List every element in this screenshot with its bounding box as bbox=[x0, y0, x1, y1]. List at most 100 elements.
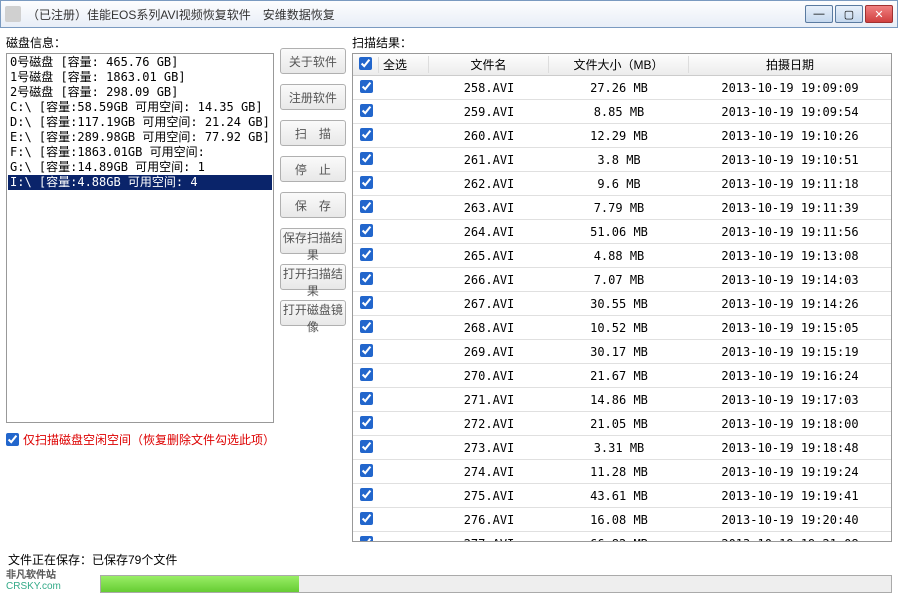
cell-date: 2013-10-19 19:19:24 bbox=[689, 465, 891, 479]
cell-size: 30.17 MB bbox=[549, 345, 689, 359]
cell-filename: 264.AVI bbox=[429, 225, 549, 239]
row-checkbox[interactable] bbox=[360, 104, 373, 117]
table-row[interactable]: 267.AVI30.55 MB2013-10-19 19:14:26 bbox=[353, 292, 891, 316]
disk-row[interactable]: I:\ [容量:4.88GB 可用空间: 4 bbox=[8, 175, 272, 190]
cell-date: 2013-10-19 19:20:40 bbox=[689, 513, 891, 527]
cell-filename: 258.AVI bbox=[429, 81, 549, 95]
row-checkbox[interactable] bbox=[360, 248, 373, 261]
table-row[interactable]: 274.AVI11.28 MB2013-10-19 19:19:24 bbox=[353, 460, 891, 484]
row-checkbox[interactable] bbox=[360, 512, 373, 525]
table-row[interactable]: 264.AVI51.06 MB2013-10-19 19:11:56 bbox=[353, 220, 891, 244]
table-row[interactable]: 263.AVI7.79 MB2013-10-19 19:11:39 bbox=[353, 196, 891, 220]
cell-date: 2013-10-19 19:14:03 bbox=[689, 273, 891, 287]
disk-row[interactable]: 2号磁盘 [容量: 298.09 GB] bbox=[8, 85, 272, 100]
row-checkbox[interactable] bbox=[360, 176, 373, 189]
cell-filename: 275.AVI bbox=[429, 489, 549, 503]
disk-row[interactable]: F:\ [容量:1863.01GB 可用空间: bbox=[8, 145, 272, 160]
logo-line2: CRSKY.com bbox=[6, 581, 96, 592]
row-checkbox[interactable] bbox=[360, 416, 373, 429]
cell-filename: 273.AVI bbox=[429, 441, 549, 455]
col-filename[interactable]: 文件名 bbox=[429, 56, 549, 73]
row-checkbox[interactable] bbox=[360, 392, 373, 405]
table-row[interactable]: 261.AVI3.8 MB2013-10-19 19:10:51 bbox=[353, 148, 891, 172]
row-checkbox[interactable] bbox=[360, 272, 373, 285]
table-row[interactable]: 269.AVI30.17 MB2013-10-19 19:15:19 bbox=[353, 340, 891, 364]
row-checkbox[interactable] bbox=[360, 224, 373, 237]
save-button[interactable]: 保 存 bbox=[280, 192, 346, 218]
scan-free-space-option[interactable]: 仅扫描磁盘空闲空间（恢复删除文件勾选此项） bbox=[6, 431, 346, 448]
table-row[interactable]: 262.AVI9.6 MB2013-10-19 19:11:18 bbox=[353, 172, 891, 196]
row-checkbox[interactable] bbox=[360, 464, 373, 477]
row-checkbox[interactable] bbox=[360, 320, 373, 333]
register-button[interactable]: 注册软件 bbox=[280, 84, 346, 110]
row-checkbox-cell bbox=[353, 440, 379, 456]
scan-button[interactable]: 扫 描 bbox=[280, 120, 346, 146]
cell-size: 3.31 MB bbox=[549, 441, 689, 455]
row-checkbox-cell bbox=[353, 512, 379, 528]
stop-button[interactable]: 停 止 bbox=[280, 156, 346, 182]
footer: 非凡软件站 CRSKY.com bbox=[6, 572, 892, 596]
titlebar: （已注册）佳能EOS系列AVI视频恢复软件 安维数据恢复 — ▢ ✕ bbox=[0, 0, 898, 28]
results-panel: 全选 文件名 文件大小（MB） 拍摄日期 258.AVI27.26 MB2013… bbox=[352, 53, 892, 542]
row-checkbox-cell bbox=[353, 80, 379, 96]
cell-date: 2013-10-19 19:10:26 bbox=[689, 129, 891, 143]
close-button[interactable]: ✕ bbox=[865, 5, 893, 23]
disk-row[interactable]: G:\ [容量:14.89GB 可用空间: 1 bbox=[8, 160, 272, 175]
row-checkbox[interactable] bbox=[360, 296, 373, 309]
open-result-button[interactable]: 打开扫描结果 bbox=[280, 264, 346, 290]
disk-list[interactable]: 0号磁盘 [容量: 465.76 GB]1号磁盘 [容量: 1863.01 GB… bbox=[6, 53, 274, 423]
cell-size: 12.29 MB bbox=[549, 129, 689, 143]
disk-info-panel: 磁盘信息： 0号磁盘 [容量: 465.76 GB]1号磁盘 [容量: 1863… bbox=[6, 34, 274, 423]
table-row[interactable]: 259.AVI8.85 MB2013-10-19 19:09:54 bbox=[353, 100, 891, 124]
table-row[interactable]: 273.AVI3.31 MB2013-10-19 19:18:48 bbox=[353, 436, 891, 460]
results-body[interactable]: 258.AVI27.26 MB2013-10-19 19:09:09259.AV… bbox=[353, 76, 891, 541]
disk-row[interactable]: 0号磁盘 [容量: 465.76 GB] bbox=[8, 55, 272, 70]
col-date[interactable]: 拍摄日期 bbox=[689, 56, 891, 73]
minimize-button[interactable]: — bbox=[805, 5, 833, 23]
disk-row[interactable]: D:\ [容量:117.19GB 可用空间: 21.24 GB] bbox=[8, 115, 272, 130]
open-image-button[interactable]: 打开磁盘镜像 bbox=[280, 300, 346, 326]
select-all-label[interactable]: 全选 bbox=[379, 56, 429, 73]
row-checkbox-cell bbox=[353, 200, 379, 216]
save-result-button[interactable]: 保存扫描结果 bbox=[280, 228, 346, 254]
table-row[interactable]: 266.AVI7.07 MB2013-10-19 19:14:03 bbox=[353, 268, 891, 292]
window-title: （已注册）佳能EOS系列AVI视频恢复软件 安维数据恢复 bbox=[27, 6, 805, 23]
maximize-button[interactable]: ▢ bbox=[835, 5, 863, 23]
row-checkbox[interactable] bbox=[360, 200, 373, 213]
row-checkbox[interactable] bbox=[360, 344, 373, 357]
table-row[interactable]: 276.AVI16.08 MB2013-10-19 19:20:40 bbox=[353, 508, 891, 532]
table-row[interactable]: 275.AVI43.61 MB2013-10-19 19:19:41 bbox=[353, 484, 891, 508]
select-all-checkbox[interactable] bbox=[359, 57, 372, 70]
row-checkbox-cell bbox=[353, 176, 379, 192]
table-row[interactable]: 270.AVI21.67 MB2013-10-19 19:16:24 bbox=[353, 364, 891, 388]
table-row[interactable]: 277.AVI66.82 MB2013-10-19 19:21:08 bbox=[353, 532, 891, 541]
cell-date: 2013-10-19 19:17:03 bbox=[689, 393, 891, 407]
table-row[interactable]: 271.AVI14.86 MB2013-10-19 19:17:03 bbox=[353, 388, 891, 412]
status-text: 文件正在保存：已保存79个文件 bbox=[8, 551, 177, 568]
table-row[interactable]: 268.AVI10.52 MB2013-10-19 19:15:05 bbox=[353, 316, 891, 340]
col-filesize[interactable]: 文件大小（MB） bbox=[549, 56, 689, 73]
row-checkbox[interactable] bbox=[360, 368, 373, 381]
disk-row[interactable]: E:\ [容量:289.98GB 可用空间: 77.92 GB] bbox=[8, 130, 272, 145]
cell-size: 16.08 MB bbox=[549, 513, 689, 527]
main-content: 磁盘信息： 0号磁盘 [容量: 465.76 GB]1号磁盘 [容量: 1863… bbox=[0, 28, 898, 548]
row-checkbox[interactable] bbox=[360, 536, 373, 542]
cell-date: 2013-10-19 19:18:00 bbox=[689, 417, 891, 431]
table-row[interactable]: 265.AVI4.88 MB2013-10-19 19:13:08 bbox=[353, 244, 891, 268]
table-row[interactable]: 258.AVI27.26 MB2013-10-19 19:09:09 bbox=[353, 76, 891, 100]
row-checkbox[interactable] bbox=[360, 488, 373, 501]
scan-free-space-checkbox[interactable] bbox=[6, 433, 19, 446]
select-all-checkbox-cell bbox=[353, 57, 379, 73]
table-row[interactable]: 272.AVI21.05 MB2013-10-19 19:18:00 bbox=[353, 412, 891, 436]
table-row[interactable]: 260.AVI12.29 MB2013-10-19 19:10:26 bbox=[353, 124, 891, 148]
progress-bar bbox=[100, 575, 892, 593]
row-checkbox[interactable] bbox=[360, 440, 373, 453]
about-button[interactable]: 关于软件 bbox=[280, 48, 346, 74]
disk-row[interactable]: 1号磁盘 [容量: 1863.01 GB] bbox=[8, 70, 272, 85]
row-checkbox[interactable] bbox=[360, 80, 373, 93]
cell-filename: 263.AVI bbox=[429, 201, 549, 215]
cell-filename: 276.AVI bbox=[429, 513, 549, 527]
row-checkbox[interactable] bbox=[360, 152, 373, 165]
row-checkbox[interactable] bbox=[360, 128, 373, 141]
disk-row[interactable]: C:\ [容量:58.59GB 可用空间: 14.35 GB] bbox=[8, 100, 272, 115]
